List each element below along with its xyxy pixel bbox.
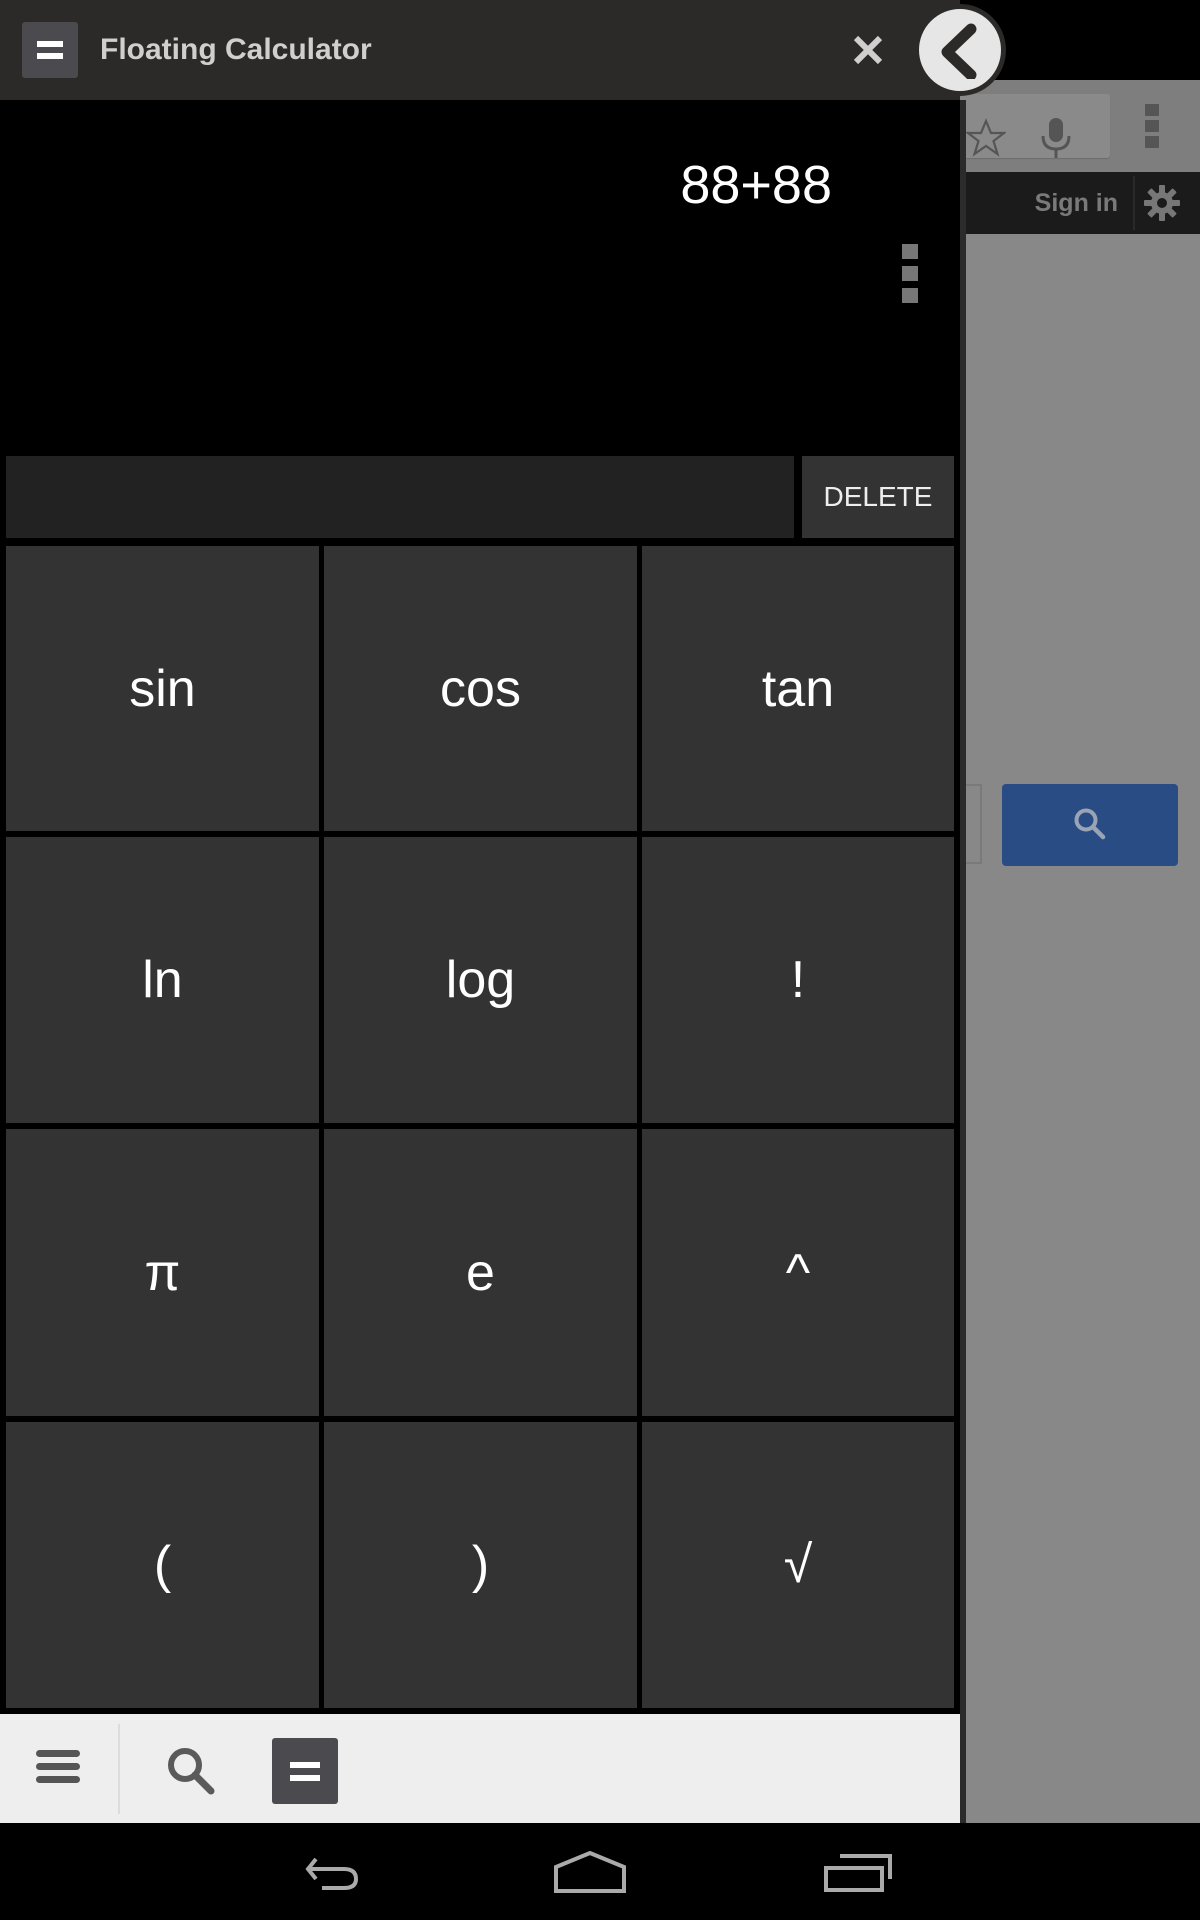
bottom-toolbar (0, 1714, 960, 1823)
key-open-paren[interactable]: ( (6, 1422, 319, 1708)
browser-search-button[interactable] (1002, 784, 1178, 866)
key-close-paren[interactable]: ) (324, 1422, 637, 1708)
browser-toolbar (960, 80, 1200, 172)
floating-calculator-window: Floating Calculator 88+88 DELETE sin cos… (0, 0, 960, 1823)
calculator-equals-icon[interactable] (22, 22, 78, 78)
home-icon (554, 1851, 626, 1893)
sign-in-link[interactable]: Sign in (1035, 172, 1118, 234)
overflow-menu-icon[interactable] (902, 244, 920, 310)
input-field[interactable] (6, 456, 794, 538)
star-icon[interactable] (966, 118, 1006, 158)
browser-user-bar: Sign in (960, 172, 1200, 234)
back-icon (305, 1857, 359, 1890)
key-log[interactable]: log (324, 837, 637, 1123)
key-power[interactable]: ^ (642, 1129, 954, 1416)
chevron-left-icon (941, 23, 977, 79)
divider (118, 1724, 120, 1814)
background-browser: Sign in (960, 80, 1200, 1823)
key-sin[interactable]: sin (6, 546, 319, 831)
home-button[interactable] (540, 1823, 660, 1920)
recent-apps-icon (824, 1854, 892, 1892)
key-e[interactable]: e (324, 1129, 637, 1416)
divider (1133, 176, 1135, 230)
close-icon[interactable] (848, 30, 888, 70)
recent-apps-button[interactable] (810, 1823, 930, 1920)
title-bar[interactable]: Floating Calculator (0, 0, 960, 100)
window-title: Floating Calculator (100, 33, 372, 66)
delete-button[interactable]: DELETE (802, 456, 954, 538)
key-pi[interactable]: π (6, 1129, 319, 1416)
system-navigation-bar (0, 1823, 1200, 1920)
key-factorial[interactable]: ! (642, 837, 954, 1123)
calculator-icon[interactable] (272, 1738, 338, 1804)
microphone-icon[interactable] (1038, 116, 1074, 160)
menu-icon[interactable] (36, 1750, 82, 1786)
key-cos[interactable]: cos (324, 546, 637, 831)
search-icon[interactable] (164, 1744, 220, 1800)
scientific-keypad: sin cos tan ln log ! π e ^ ( ) √ (6, 546, 954, 1708)
key-sqrt[interactable]: √ (642, 1422, 954, 1708)
key-tan[interactable]: tan (642, 546, 954, 831)
window-edge (960, 100, 966, 1823)
collapse-button[interactable] (914, 4, 1006, 96)
settings-gear-icon[interactable] (1143, 184, 1181, 222)
browser-overflow-menu-icon[interactable] (1145, 104, 1161, 148)
browser-omnibox[interactable] (960, 94, 1110, 158)
back-button[interactable] (300, 1823, 420, 1920)
expression-display: 88+88 (680, 155, 832, 215)
key-ln[interactable]: ln (6, 837, 319, 1123)
search-icon (1074, 808, 1106, 840)
